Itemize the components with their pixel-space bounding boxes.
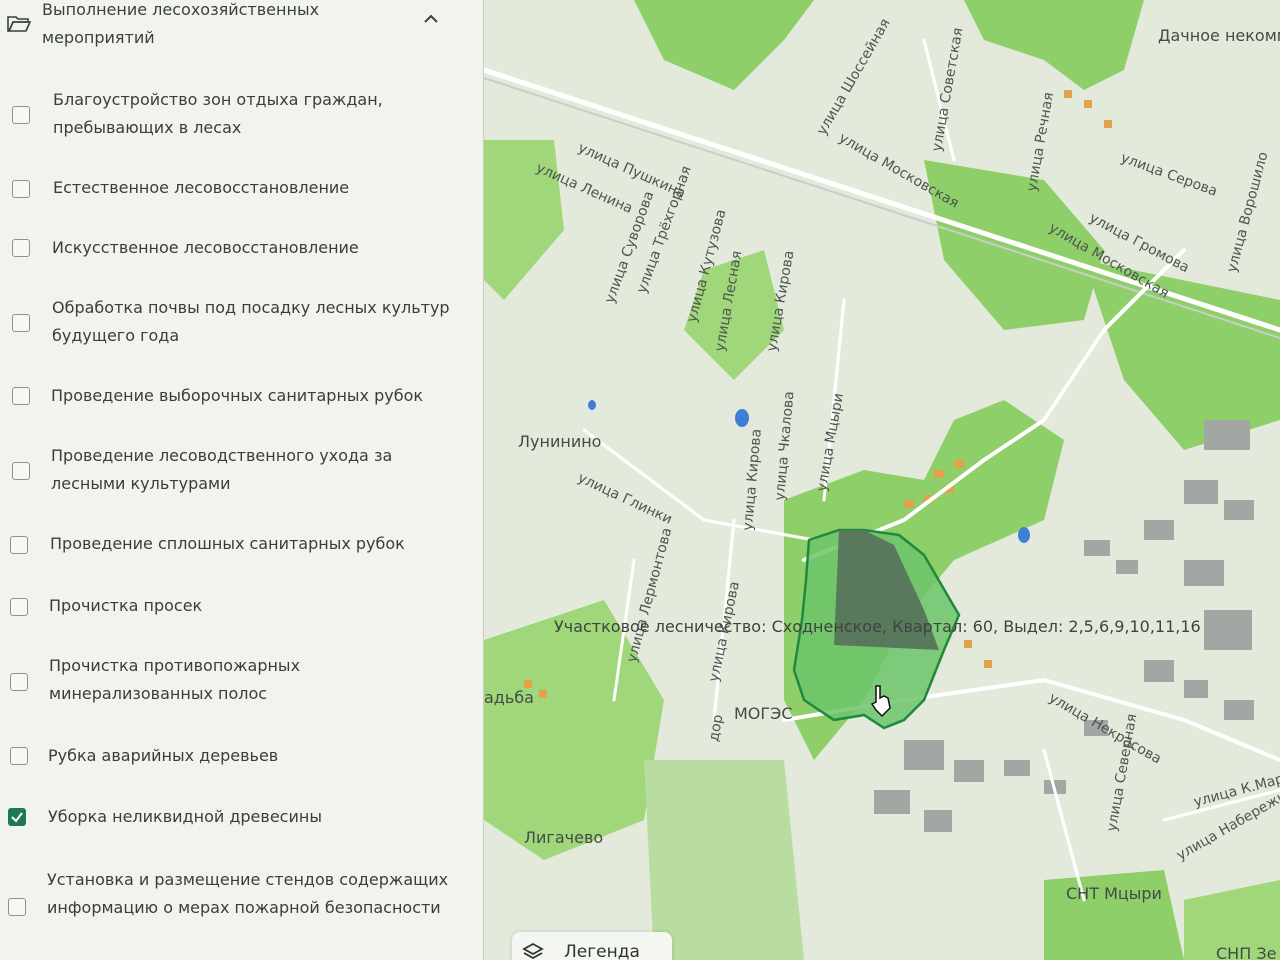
layer-label: Прочистка противопожарных минерализованн… [49, 656, 301, 703]
layers-panel: Выполнение лесохозяйственных мероприятий… [0, 0, 484, 960]
layer-checkbox[interactable] [8, 808, 26, 826]
chevron-up-icon[interactable] [420, 8, 442, 30]
place-label: адьба [484, 688, 534, 707]
layer-checkbox[interactable] [12, 106, 30, 124]
layer-label: Проведение выборочных санитарных рубок [51, 386, 424, 405]
layer-checkbox[interactable] [12, 314, 30, 332]
legend-label: Легенда [564, 942, 640, 960]
layer-label: Рубка аварийных деревьев [48, 746, 279, 765]
layer-label: Естественное лесовосстановление [53, 178, 350, 197]
layer-label: Проведение сплошных санитарных рубок [50, 534, 405, 553]
layers-icon [522, 942, 544, 960]
layer-label: Уборка неликвидной древесины [48, 807, 322, 826]
place-label: СНТ Мцыри [1066, 884, 1162, 903]
layer-label: Обработка почвы под посадку лесных культ… [52, 298, 450, 345]
layer-checkbox[interactable] [10, 747, 28, 765]
layer-label: Благоустройство зон отдыха граждан, преб… [53, 90, 383, 137]
layer-checkbox[interactable] [12, 239, 30, 257]
layer-checkbox[interactable] [12, 180, 30, 198]
layer-label: Проведение лесоводственного ухода за лес… [51, 446, 393, 493]
place-label: Лунинино [518, 432, 602, 451]
map-view[interactable]: улица Пушкина улица Ленина улица Суворова у… [484, 0, 1280, 960]
place-label: Дачное некомм [1158, 26, 1280, 45]
layer-checkbox[interactable] [10, 536, 28, 554]
place-label: Лигачево [524, 828, 604, 847]
layer-checkbox[interactable] [10, 598, 28, 616]
layer-label: Искусственное лесовосстановление [52, 238, 359, 257]
folder-open-icon [7, 16, 32, 32]
place-label: МОГЭС [734, 704, 793, 723]
section-header[interactable]: Выполнение лесохозяйственных мероприятий [0, 0, 483, 64]
layer-checkbox[interactable] [8, 898, 26, 916]
layer-label: Прочистка просек [49, 596, 203, 615]
layer-checkbox[interactable] [12, 462, 30, 480]
layer-label: Установка и размещение стендов содержащи… [47, 870, 449, 917]
place-label: СНП Зе [1216, 944, 1277, 960]
check-icon [11, 812, 23, 823]
section-title: Выполнение лесохозяйственных мероприятий [42, 0, 320, 47]
legend-button[interactable]: Легенда [512, 932, 672, 960]
layer-checkbox[interactable] [10, 673, 28, 691]
map-tooltip: Участковое лесничество: Сходненское, Ква… [554, 617, 1201, 636]
layer-checkbox[interactable] [12, 387, 30, 405]
